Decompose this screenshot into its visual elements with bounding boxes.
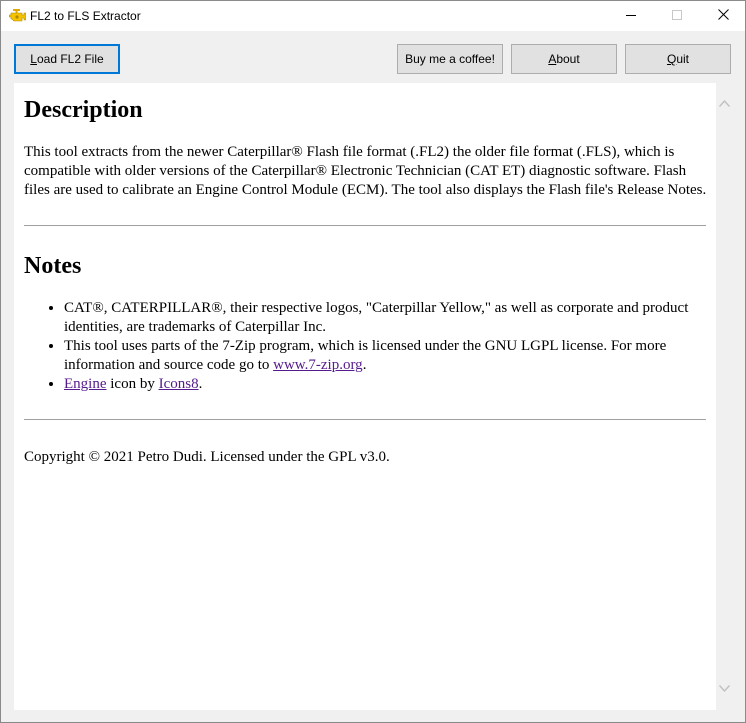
chevron-up-icon [718,94,731,112]
icon-by-text: icon by [106,376,159,392]
icons8-link[interactable]: Icons8 [159,376,199,392]
minimize-button[interactable] [608,1,654,31]
seven-zip-link[interactable]: www.7-zip.org [273,357,363,373]
main-window: FL2 to FLS Extractor Load FL2 File Buy m… [0,0,746,723]
minimize-icon [626,7,636,25]
close-button[interactable] [700,1,745,31]
maximize-icon [672,7,682,25]
about-button[interactable]: About [511,44,617,74]
vertical-scrollbar[interactable] [716,83,733,710]
engine-icon [8,8,27,23]
notes-heading: Notes [24,253,82,279]
copyright-text: Copyright © 2021 Petro Dudi. Licensed un… [24,449,390,465]
about-button-label: bout [556,52,580,66]
chevron-down-icon [718,679,731,697]
divider [24,419,706,420]
info-browser[interactable]: Description This tool extracts from the … [14,83,716,710]
list-item: This tool uses parts of the 7-Zip progra… [64,337,709,375]
scroll-down-button[interactable] [716,679,733,696]
maximize-button[interactable] [654,1,700,31]
buy-me-a-coffee-button[interactable]: Buy me a coffee! [397,44,503,74]
title-bar[interactable]: FL2 to FLS Extractor [1,1,745,31]
list-item: CAT®, CATERPILLAR®, their respective log… [64,299,709,337]
load-button-hotkey: L [30,52,37,66]
trademark-note: CAT®, CATERPILLAR®, their respective log… [64,300,689,335]
description-heading: Description [24,97,143,123]
quit-button-label: uit [676,52,690,66]
divider [24,225,706,226]
notes-list: CAT®, CATERPILLAR®, their respective log… [24,299,709,394]
window-title: FL2 to FLS Extractor [30,9,141,23]
load-fl2-file-button[interactable]: Load FL2 File [14,44,120,74]
scroll-up-button[interactable] [716,94,733,111]
close-icon [717,7,729,25]
list-item: Engine icon by Icons8. [64,375,709,394]
period: . [198,376,203,392]
description-text: This tool extracts from the newer Caterp… [24,144,707,198]
engine-link[interactable]: Engine [64,376,107,392]
load-button-label: oad FL2 File [36,52,104,66]
quit-button[interactable]: Quit [625,44,731,74]
period: . [362,357,367,373]
coffee-button-label: Buy me a coffee! [405,52,495,66]
quit-button-hotkey: Q [666,52,677,66]
